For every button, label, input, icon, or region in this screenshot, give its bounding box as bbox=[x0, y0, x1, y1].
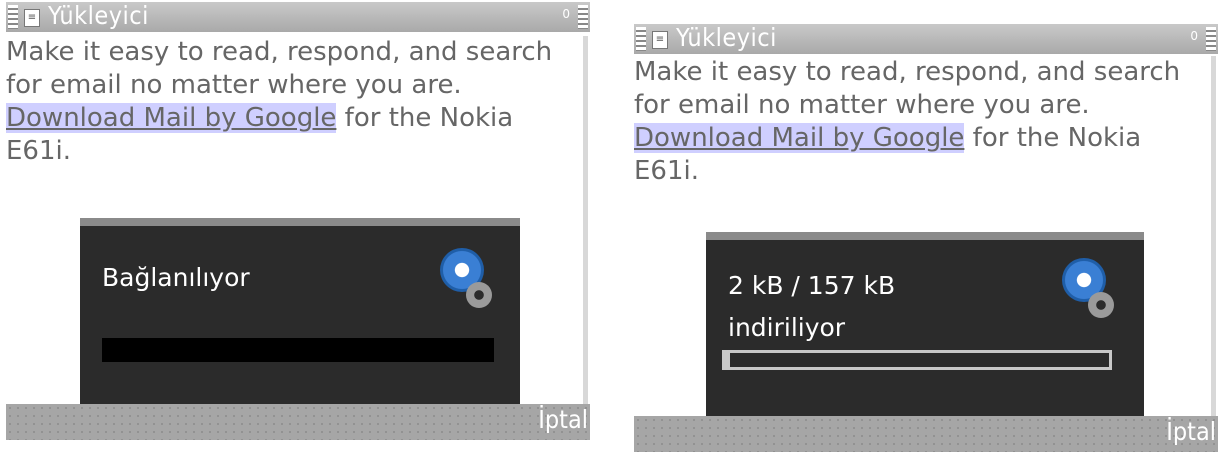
softkey-bar: İptal bbox=[634, 416, 1218, 452]
description-text: Make it easy to read, respond, and searc… bbox=[6, 37, 553, 100]
signal-icon bbox=[8, 5, 18, 29]
small-gear-icon bbox=[1088, 292, 1114, 318]
downloading-dialog: 2 kB / 157 kB indiriliyor bbox=[706, 232, 1144, 426]
battery-icon bbox=[1206, 27, 1216, 51]
progress-bar bbox=[722, 350, 1112, 370]
download-line: Download Mail by Google for the Nokia E6… bbox=[634, 122, 1206, 188]
cancel-softkey[interactable]: İptal bbox=[1166, 417, 1216, 446]
battery-icon bbox=[578, 5, 588, 29]
left-screen: ≡ Yükleyici 0 Make it easy to read, resp… bbox=[6, 1, 590, 442]
progress-size-text: 2 kB / 157 kB bbox=[728, 271, 896, 300]
page-content: Make it easy to read, respond, and searc… bbox=[634, 56, 1206, 188]
cancel-softkey[interactable]: İptal bbox=[538, 405, 588, 434]
title-bar: ≡ Yükleyici 0 bbox=[634, 23, 1218, 54]
signal-icon bbox=[636, 27, 646, 51]
status-text: Bağlanılıyor bbox=[102, 263, 250, 292]
download-link[interactable]: Download Mail by Google bbox=[634, 123, 965, 153]
app-icon: ≡ bbox=[24, 9, 40, 27]
download-line: Download Mail by Google for the Nokia E6… bbox=[6, 102, 578, 168]
app-title: Yükleyici bbox=[48, 1, 149, 30]
small-gear-icon bbox=[466, 282, 492, 308]
scrollbar-thumb[interactable] bbox=[583, 36, 588, 408]
softkey-bar: İptal bbox=[6, 404, 590, 440]
scrollbar[interactable] bbox=[583, 36, 588, 408]
status-text: indiriliyor bbox=[728, 313, 846, 342]
counter: 0 bbox=[562, 7, 570, 21]
connecting-dialog: Bağlanılıyor bbox=[80, 218, 520, 414]
download-link[interactable]: Download Mail by Google bbox=[6, 103, 337, 133]
description-text: Make it easy to read, respond, and searc… bbox=[634, 57, 1181, 120]
progress-bar bbox=[102, 338, 494, 362]
counter: 0 bbox=[1190, 29, 1198, 43]
right-screen: ≡ Yükleyici 0 Make it easy to read, resp… bbox=[634, 23, 1218, 452]
app-title: Yükleyici bbox=[676, 23, 777, 52]
page-content: Make it easy to read, respond, and searc… bbox=[6, 36, 578, 168]
app-icon: ≡ bbox=[652, 31, 668, 49]
progress-fill bbox=[725, 353, 730, 367]
scrollbar-thumb[interactable] bbox=[1211, 56, 1216, 418]
scrollbar[interactable] bbox=[1211, 56, 1216, 418]
title-bar: ≡ Yükleyici 0 bbox=[6, 1, 590, 32]
